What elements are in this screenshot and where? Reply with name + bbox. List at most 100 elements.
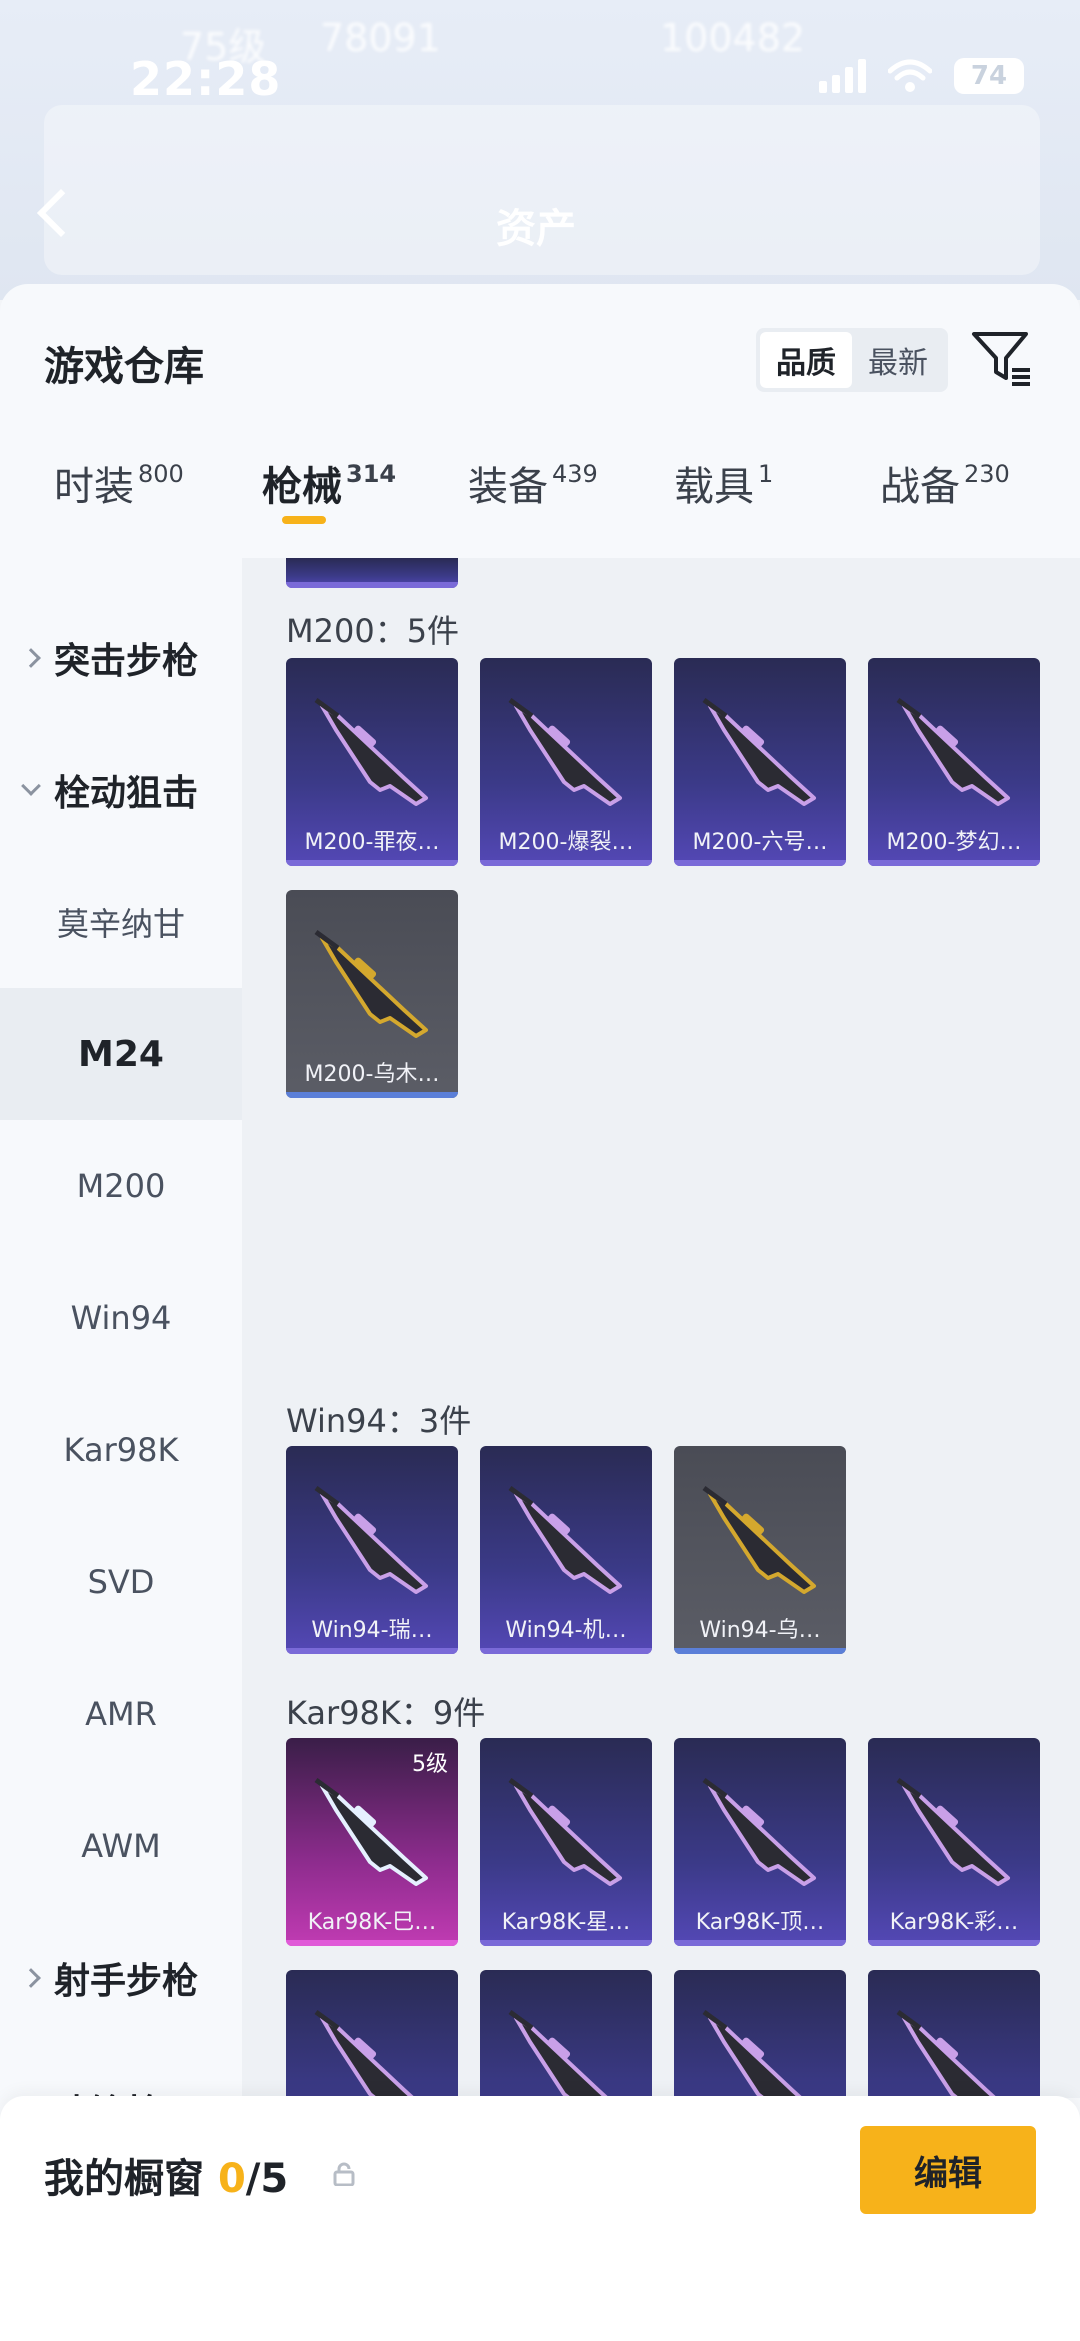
tab-battle-gear[interactable]: 战备 230 bbox=[880, 454, 1010, 512]
item-card[interactable]: M200-乌木… bbox=[286, 890, 458, 1098]
chevron-right-icon bbox=[21, 648, 41, 668]
quality-bar bbox=[480, 860, 652, 866]
item-level-badge: 5级 bbox=[412, 1752, 448, 1777]
item-card[interactable]: Kar98K-梦… bbox=[480, 1970, 652, 2098]
item-card[interactable]: M200-爆裂… bbox=[480, 658, 652, 866]
rifle-icon bbox=[896, 697, 1010, 806]
chevron-right-icon bbox=[21, 1968, 41, 1988]
quality-bar bbox=[286, 1648, 458, 1654]
sidebar-item-m24[interactable]: M24 bbox=[0, 988, 242, 1120]
status-icons: 74 bbox=[819, 58, 1024, 94]
quality-bar bbox=[674, 1648, 846, 1654]
tab-vehicles[interactable]: 载具 1 bbox=[674, 454, 773, 512]
sort-newest-option[interactable]: 最新 bbox=[852, 332, 944, 388]
quality-bar bbox=[480, 1648, 652, 1654]
item-card[interactable]: Win94-机… bbox=[480, 1446, 652, 1654]
item-name: Win94-机… bbox=[505, 1618, 627, 1643]
tab-fashion[interactable]: 时装 800 bbox=[54, 454, 184, 512]
sidebar-item-awm[interactable]: AWM bbox=[0, 1780, 242, 1912]
page-title: 资产 bbox=[496, 206, 576, 252]
sidebar-item-mosin[interactable]: 莫辛纳甘 bbox=[0, 856, 242, 988]
sidebar-item-marksman-rifle[interactable]: 射手步枪 bbox=[0, 1912, 242, 2044]
rifle-icon bbox=[508, 697, 622, 806]
item-name: Kar98K-巳… bbox=[307, 1910, 437, 1935]
quality-bar bbox=[674, 1940, 846, 1946]
item-card[interactable]: Kar98K-古… bbox=[674, 1970, 846, 2098]
battery-icon: 74 bbox=[954, 58, 1024, 94]
group-title-win94: Win94：3件 bbox=[286, 1402, 472, 1440]
sidebar-item-win94[interactable]: Win94 bbox=[0, 1252, 242, 1384]
quality-bar bbox=[868, 860, 1040, 866]
status-time: 22:28 bbox=[130, 52, 282, 106]
item-card[interactable]: Kar98K-顶… bbox=[674, 1738, 846, 1946]
rifle-icon bbox=[314, 2009, 416, 2098]
rifle-icon bbox=[508, 2009, 610, 2098]
warehouse-sheet: 游戏仓库 品质 最新 时装 800 枪械 314 装备 439 载具 1 战备 230 突… bbox=[0, 284, 1080, 2341]
rifle-icon bbox=[314, 1777, 428, 1886]
faded-coins: 78091 bbox=[320, 16, 441, 60]
rifle-icon bbox=[508, 1777, 622, 1886]
rifle-icon bbox=[702, 1485, 816, 1594]
item-card[interactable]: M200-六号… bbox=[674, 658, 846, 866]
showcase-label: 我的橱窗 0/5 bbox=[44, 2156, 289, 2202]
item-name: M200-六号… bbox=[692, 830, 828, 855]
rifle-icon bbox=[314, 697, 428, 806]
sheet-header: 游戏仓库 品质 最新 bbox=[0, 284, 1080, 420]
lock-icon bbox=[333, 2162, 355, 2186]
showcase-bar: 我的橱窗 0/5 编辑 bbox=[0, 2096, 1080, 2341]
wifi-icon bbox=[888, 59, 932, 92]
rifle-icon bbox=[314, 929, 428, 1038]
sidebar-item-m200[interactable]: M200 bbox=[0, 1120, 242, 1252]
item-name: M200-乌木… bbox=[304, 1062, 440, 1087]
item-name: Win94-瑞… bbox=[311, 1618, 433, 1643]
item-card[interactable]: Kar98K-巳… 5级 bbox=[286, 1738, 458, 1946]
item-card-partial[interactable] bbox=[286, 558, 458, 588]
faded-score: 100482 bbox=[660, 16, 806, 60]
tab-equipment[interactable]: 装备 439 bbox=[468, 454, 598, 512]
item-name: M200-梦幻… bbox=[886, 830, 1022, 855]
signal-icon bbox=[819, 59, 866, 93]
sidebar-item-assault-rifle[interactable]: 突击步枪 bbox=[0, 592, 242, 724]
item-card[interactable]: Kar98K-影袭 bbox=[286, 1970, 458, 2098]
filter-icon[interactable] bbox=[970, 326, 1034, 390]
weapon-type-sidebar: 突击步枪 栓动狙击 莫辛纳甘 M24 M200 Win94 Kar98K SVD… bbox=[0, 558, 242, 2134]
item-card[interactable]: Kar98K-… bbox=[868, 1970, 1040, 2098]
top-background: 75级 78091 100482 22:28 74 资产 bbox=[0, 0, 1080, 300]
quality-bar bbox=[480, 1940, 652, 1946]
item-card[interactable]: Win94-乌… bbox=[674, 1446, 846, 1654]
sidebar-item-svd[interactable]: SVD bbox=[0, 1516, 242, 1648]
rifle-icon bbox=[702, 2009, 804, 2098]
group-title-kar98k: Kar98K：9件 bbox=[286, 1694, 486, 1732]
quality-bar bbox=[286, 860, 458, 866]
group-title-m200: M200：5件 bbox=[286, 612, 460, 650]
tab-guns[interactable]: 枪械 314 bbox=[262, 454, 396, 512]
item-card[interactable]: Kar98K-彩… bbox=[868, 1738, 1040, 1946]
weapon-grid: M200：5件 Win94：3件 Kar98K：9件 M200-罪夜… M200-… bbox=[242, 558, 1080, 2098]
item-name: M200-罪夜… bbox=[304, 830, 440, 855]
item-card[interactable]: Kar98K-星… bbox=[480, 1738, 652, 1946]
rifle-icon bbox=[896, 2009, 998, 2098]
rifle-icon bbox=[314, 1485, 428, 1594]
item-name: M200-爆裂… bbox=[498, 830, 634, 855]
chevron-down-icon bbox=[21, 776, 41, 796]
quality-bar bbox=[674, 860, 846, 866]
item-card[interactable]: M200-梦幻… bbox=[868, 658, 1040, 866]
item-card[interactable]: M200-罪夜… bbox=[286, 658, 458, 866]
sidebar-item-amr[interactable]: AMR bbox=[0, 1648, 242, 1780]
quality-bar bbox=[868, 1940, 1040, 1946]
rifle-icon bbox=[702, 697, 816, 806]
sidebar-item-bolt-sniper[interactable]: 栓动狙击 bbox=[0, 724, 242, 856]
rifle-icon bbox=[508, 1485, 622, 1594]
rifle-icon bbox=[702, 1777, 816, 1886]
quality-bar bbox=[286, 1092, 458, 1098]
sort-quality-option[interactable]: 品质 bbox=[760, 332, 852, 388]
item-card[interactable]: Win94-瑞… bbox=[286, 1446, 458, 1654]
quality-bar bbox=[286, 1940, 458, 1946]
edit-button[interactable]: 编辑 bbox=[860, 2126, 1036, 2214]
item-name: Kar98K-彩… bbox=[889, 1910, 1019, 1935]
active-tab-indicator bbox=[282, 516, 326, 524]
item-name: Win94-乌… bbox=[699, 1618, 821, 1643]
rifle-icon bbox=[896, 1777, 1010, 1886]
sidebar-item-kar98k[interactable]: Kar98K bbox=[0, 1384, 242, 1516]
item-name: Kar98K-顶… bbox=[695, 1910, 825, 1935]
